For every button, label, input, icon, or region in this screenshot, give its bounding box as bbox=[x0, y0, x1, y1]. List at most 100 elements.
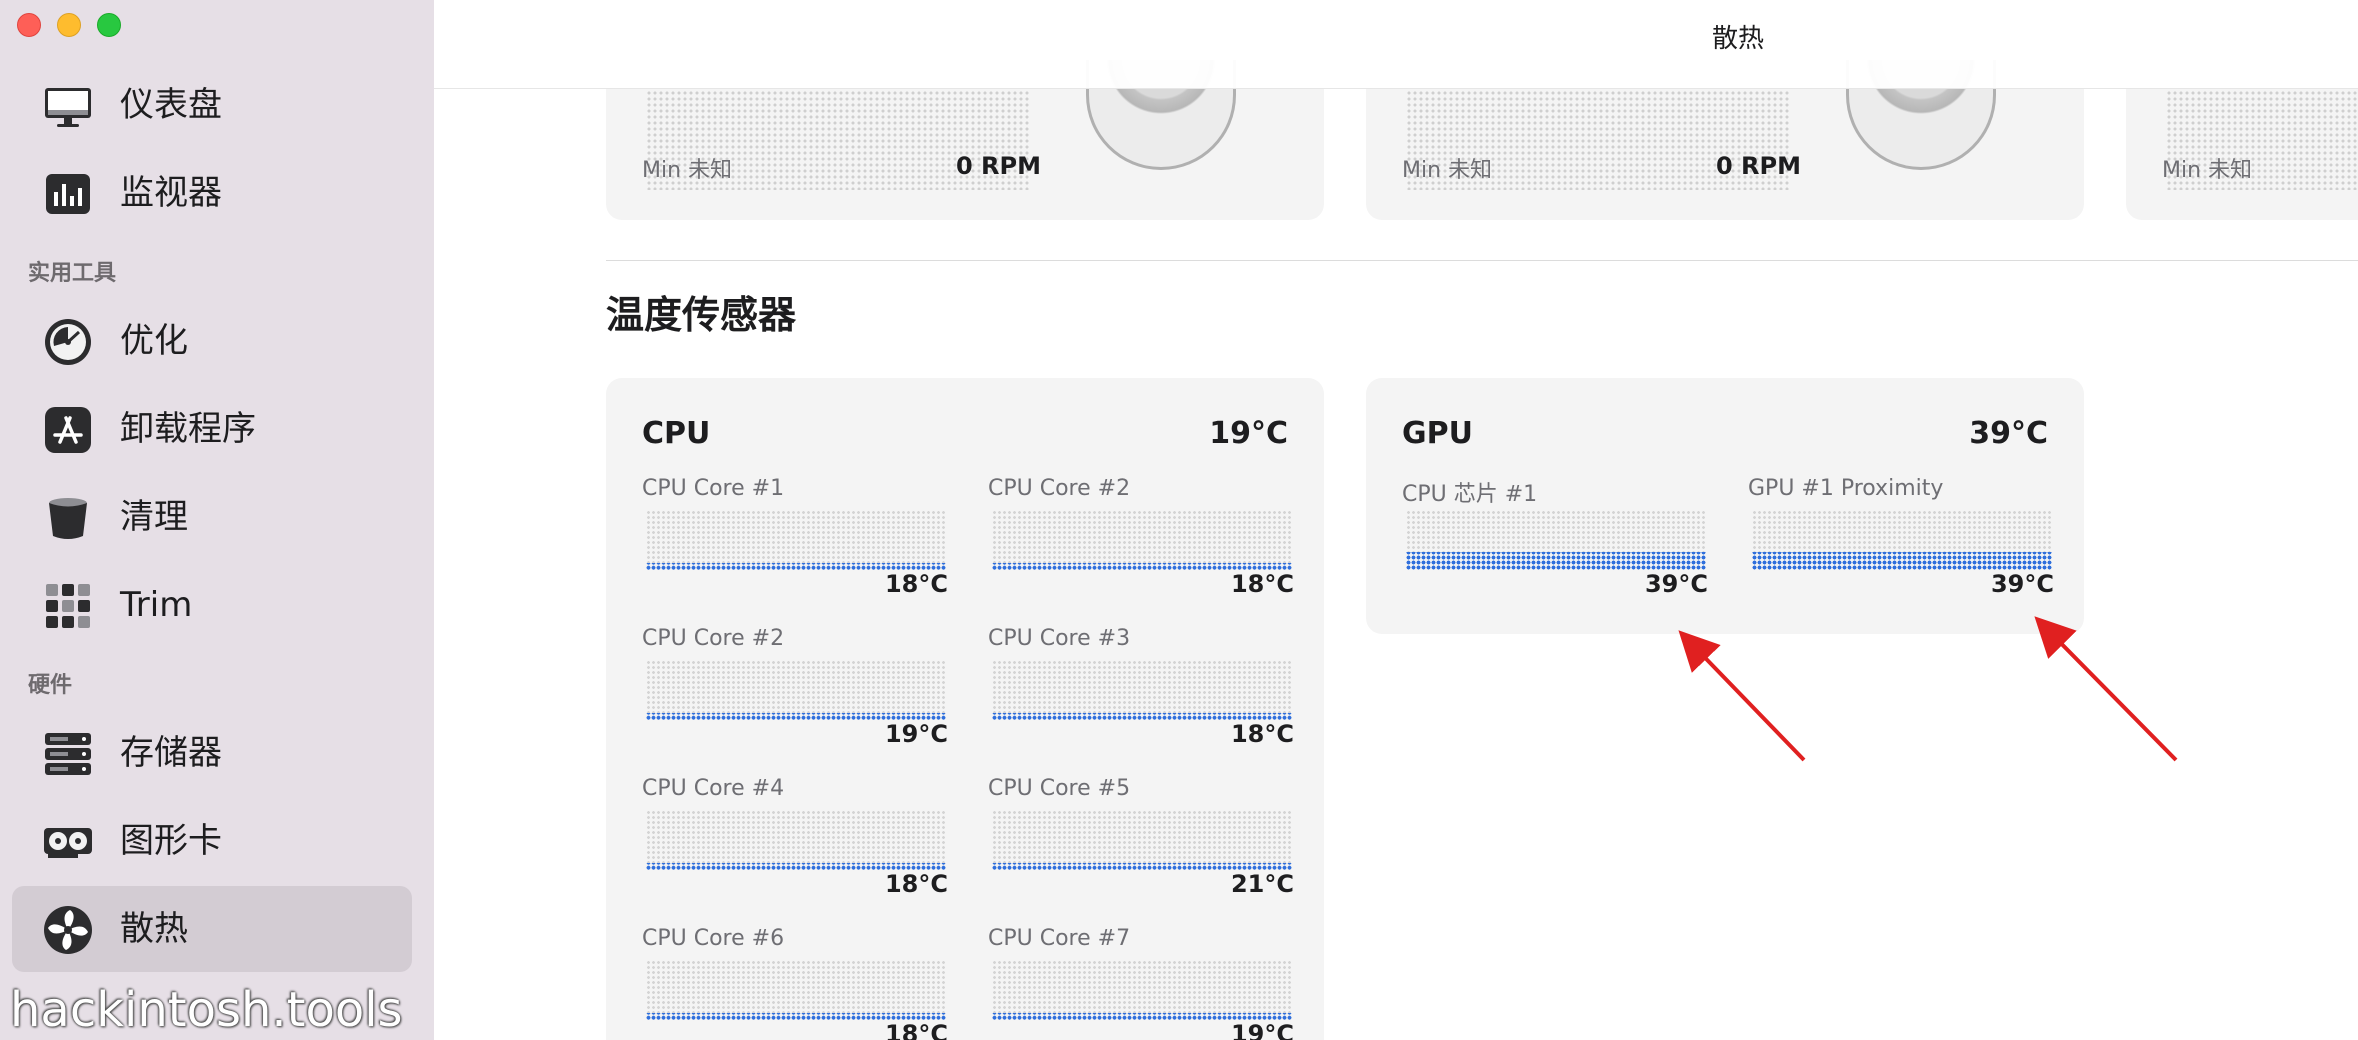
sensor-graph bbox=[992, 960, 1292, 1020]
sidebar-item-uninstaller[interactable]: 卸载程序 bbox=[12, 386, 412, 472]
close-window-button[interactable] bbox=[17, 13, 41, 37]
sensor-label: CPU Core #4 bbox=[642, 776, 785, 801]
sidebar-item-cooling[interactable]: 散热 bbox=[12, 886, 412, 972]
sidebar-item-label: 监视器 bbox=[120, 173, 222, 213]
fan-rpm: 0 RPM bbox=[1716, 152, 1802, 180]
sensor-graph bbox=[992, 810, 1292, 870]
sensor-level-bar bbox=[646, 1012, 946, 1020]
sensor-tile: CPU Core #3 18°C bbox=[988, 626, 1294, 756]
app-store-icon bbox=[45, 407, 91, 453]
fan-icon bbox=[44, 906, 92, 954]
sidebar-item-trim[interactable]: Trim bbox=[12, 562, 412, 648]
sensor-graph bbox=[646, 960, 946, 1020]
section-label-hardware: 硬件 bbox=[28, 673, 73, 698]
sensor-graph bbox=[992, 510, 1292, 570]
gauge-icon bbox=[45, 319, 91, 365]
sensor-graph bbox=[1752, 510, 2052, 570]
section-divider bbox=[606, 260, 2358, 261]
sensor-value: 21°C bbox=[1230, 870, 1294, 898]
sensor-tile: CPU Core #2 19°C bbox=[642, 626, 948, 756]
sidebar-item-clean[interactable]: 清理 bbox=[12, 474, 412, 560]
sidebar-item-dashboard[interactable]: 仪表盘 bbox=[12, 62, 412, 148]
zoom-window-button[interactable] bbox=[97, 13, 121, 37]
gpu-sensor-card: GPU 39°C CPU 芯片 #1 39°C GPU #1 Proximity… bbox=[1366, 378, 2084, 634]
fan-rpm: 0 RPM bbox=[956, 152, 1042, 180]
sensor-value: 39°C bbox=[1990, 570, 2054, 598]
sensor-graph bbox=[646, 810, 946, 870]
watermark: hackintosh.tools bbox=[10, 982, 403, 1038]
sidebar-item-label: 图形卡 bbox=[120, 821, 222, 861]
sensor-value: 19°C bbox=[1230, 1020, 1294, 1040]
bar-chart-icon bbox=[46, 174, 90, 214]
sensor-tile: CPU Core #6 18°C bbox=[642, 926, 948, 1040]
sensor-value: 18°C bbox=[1230, 570, 1294, 598]
window-title: 散热 bbox=[1711, 24, 1764, 54]
sensor-level-bar bbox=[992, 712, 1292, 720]
temperature-section-title: 温度传感器 bbox=[606, 293, 797, 337]
sensor-label: CPU Core #2 bbox=[642, 626, 785, 651]
sensor-graph bbox=[1406, 510, 1706, 570]
sensor-tile: CPU Core #7 19°C bbox=[988, 926, 1294, 1040]
fan-min-speed: Min 未知 bbox=[2162, 158, 2253, 183]
sensor-group-name: GPU bbox=[1402, 416, 1473, 451]
fan-min-speed: Min 未知 bbox=[1402, 158, 1493, 183]
sidebar-item-storage[interactable]: 存储器 bbox=[12, 710, 412, 796]
sensor-label: CPU Core #5 bbox=[988, 776, 1131, 801]
sensor-level-bar bbox=[1406, 552, 1706, 570]
cpu-sensor-card: CPU 19°C CPU Core #1 18°C CPU Core #2 18… bbox=[606, 378, 1324, 1040]
sensor-level-bar bbox=[646, 862, 946, 870]
sensor-tile: CPU Core #2 18°C bbox=[988, 476, 1294, 606]
sidebar: 仪表盘 监视器 实用工具 优化 卸载程序 清理 Trim 硬件 存储器 图形卡 … bbox=[0, 0, 434, 1040]
sensor-tile: CPU Core #1 18°C bbox=[642, 476, 948, 606]
sensor-group-name: CPU bbox=[642, 416, 711, 451]
sensor-tile: GPU #1 Proximity 39°C bbox=[1748, 476, 2054, 606]
sensor-value: 18°C bbox=[884, 1020, 948, 1040]
sensor-level-bar bbox=[1752, 552, 2052, 570]
grid-icon bbox=[46, 584, 90, 628]
sensor-label: CPU Core #2 bbox=[988, 476, 1131, 501]
monitor-icon bbox=[45, 88, 91, 127]
sensor-tile: CPU Core #5 21°C bbox=[988, 776, 1294, 906]
sensor-level-bar bbox=[646, 562, 946, 570]
section-label-tools: 实用工具 bbox=[28, 261, 117, 286]
trash-icon bbox=[49, 498, 87, 539]
sidebar-item-label: 存储器 bbox=[120, 733, 222, 773]
sidebar-item-graphics[interactable]: 图形卡 bbox=[12, 798, 412, 884]
sidebar-item-label: 卸载程序 bbox=[120, 409, 256, 449]
server-icon bbox=[45, 733, 91, 775]
sensor-group-temp: 39°C bbox=[1969, 416, 2048, 451]
sensor-label: CPU 芯片 #1 bbox=[1402, 482, 1538, 507]
sensor-label: CPU Core #7 bbox=[988, 926, 1131, 951]
sensor-value: 39°C bbox=[1644, 570, 1708, 598]
title-bar: 散热 bbox=[434, 0, 2358, 89]
sensor-level-bar bbox=[992, 1012, 1292, 1020]
sensor-label: CPU Core #1 bbox=[642, 476, 785, 501]
sensor-value: 18°C bbox=[884, 870, 948, 898]
sensor-value: 18°C bbox=[884, 570, 948, 598]
main-content: 散热 Min 未知 0 RPM Min 未知 0 RPM Min 未知 温度传感… bbox=[434, 0, 2358, 1040]
sidebar-item-label: 散热 bbox=[120, 909, 188, 949]
sensor-value: 19°C bbox=[884, 720, 948, 748]
sensor-tile: CPU Core #4 18°C bbox=[642, 776, 948, 906]
gpu-card-icon bbox=[44, 828, 92, 858]
fan-min-speed: Min 未知 bbox=[642, 158, 733, 183]
sensor-level-bar bbox=[646, 712, 946, 720]
sidebar-item-optimize[interactable]: 优化 bbox=[12, 298, 412, 384]
sidebar-item-label: 仪表盘 bbox=[120, 85, 222, 125]
sensor-group-temp: 19°C bbox=[1209, 416, 1288, 451]
sensor-level-bar bbox=[992, 562, 1292, 570]
sensor-level-bar bbox=[992, 862, 1292, 870]
sensor-graph bbox=[646, 510, 946, 570]
sidebar-item-label: Trim bbox=[120, 585, 193, 625]
sensor-graph bbox=[992, 660, 1292, 720]
sensor-value: 18°C bbox=[1230, 720, 1294, 748]
sensor-label: GPU #1 Proximity bbox=[1748, 476, 1944, 501]
sensor-graph bbox=[646, 660, 946, 720]
sidebar-item-label: 清理 bbox=[120, 497, 188, 537]
sidebar-item-monitor[interactable]: 监视器 bbox=[12, 150, 412, 236]
sensor-label: CPU Core #6 bbox=[642, 926, 785, 951]
sidebar-item-label: 优化 bbox=[120, 321, 188, 361]
sensor-label: CPU Core #3 bbox=[988, 626, 1131, 651]
minimize-window-button[interactable] bbox=[57, 13, 81, 37]
sensor-tile: CPU 芯片 #1 39°C bbox=[1402, 476, 1708, 606]
